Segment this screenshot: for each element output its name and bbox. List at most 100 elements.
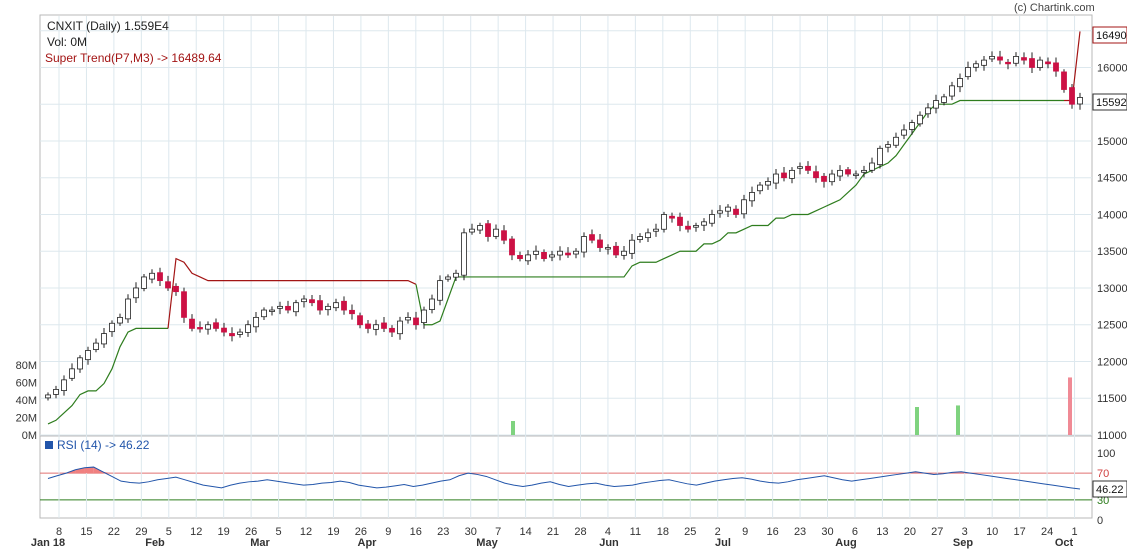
date-tick-label: 28 [574,526,586,538]
candle-body [597,239,603,248]
copyright-text: (c) Chartink.com [1014,2,1095,14]
volume-tick-label: 20M [16,413,37,425]
rsi-panel [39,435,1093,519]
candle-body [93,342,99,350]
last-price-badge: 15592 [1096,97,1127,109]
candle-body [709,214,715,224]
candle-body [909,122,915,130]
candle-body [525,254,531,262]
candle-body [517,255,523,259]
candle-body [437,280,443,301]
candle-body [949,85,955,97]
candle-body [101,333,107,345]
candle-body [325,305,331,311]
candle-body [925,107,931,115]
rsi-tick-label: 70 [1097,468,1109,480]
candle-body [837,169,843,177]
candle-body [845,169,851,175]
candle-body [405,316,411,321]
price-tick-label: 14000 [1097,209,1127,221]
candle-body [133,287,139,299]
date-tick-label: 23 [437,526,449,538]
date-tick-label: 25 [684,526,696,538]
candle-body [861,169,867,173]
candle-body [653,228,659,232]
month-label: Aug [835,537,856,549]
candle-body [301,298,307,303]
candle-body [461,232,467,276]
date-tick-label: 30 [465,526,477,538]
date-tick-label: 19 [327,526,339,538]
month-label: Feb [145,537,165,549]
chart-title: CNXIT (Daily) 1.559E4 [47,19,169,33]
candle-body [245,324,251,333]
candle-body [789,169,795,179]
candle-body [813,171,819,179]
candle-body [357,315,363,326]
rsi-tick-label: 100 [1097,448,1115,460]
date-tick-label: 22 [108,526,120,538]
candle-body [373,324,379,330]
volume-bar [956,405,960,435]
candle-body [1021,57,1027,61]
price-tick-label: 13000 [1097,283,1127,295]
candle-body [205,324,211,330]
candle-body [261,309,267,318]
candle-body [549,254,555,258]
date-tick-label: 17 [1014,526,1026,538]
price-tick-label: 11000 [1097,430,1127,442]
candle-body [701,221,707,226]
month-label: Oct [1055,537,1074,549]
candle-body [1005,61,1011,65]
candle-body [317,300,323,311]
date-tick-label: 20 [904,526,916,538]
rsi-tick-label: 0 [1097,515,1103,527]
candle-body [477,225,483,231]
price-tick-label: 16000 [1097,62,1127,74]
candle-body [165,281,171,289]
volume-tick-label: 60M [16,378,37,390]
rsi-label: RSI (14) -> 46.22 [57,438,150,452]
month-label: Jun [599,537,619,549]
candle-body [381,322,387,329]
date-tick-label: 16 [410,526,422,538]
candle-body [501,230,507,241]
date-tick-label: 12 [300,526,312,538]
candle-body [741,199,747,215]
candle-body [797,166,803,169]
candle-body [173,285,179,293]
candle-body [933,100,939,109]
candle-body [1077,97,1083,105]
candle-body [941,96,947,103]
candle-body [45,394,51,399]
candle-body [853,173,859,176]
stock-chart[interactable]: 1650016000155001500014500140001350013000… [0,0,1127,551]
candle-body [749,192,755,202]
candle-body [493,228,499,237]
date-tick-label: 21 [547,526,559,538]
date-tick-label: 16 [766,526,778,538]
candle-body [733,208,739,215]
candle-body [125,298,131,320]
date-tick-label: 9 [385,526,391,538]
candle-body [429,298,435,310]
date-tick-label: 27 [931,526,943,538]
candle-body [397,320,403,335]
candle-body [541,252,547,259]
candle-body [77,357,83,370]
candle-body [1061,71,1067,90]
date-tick-label: 5 [166,526,172,538]
candle-body [1045,61,1051,65]
candle-body [613,245,619,256]
month-label: Apr [358,537,378,549]
candle-body [533,250,539,255]
volume-tick-label: 80M [16,360,37,372]
candle-body [997,56,1003,61]
candle-body [989,56,995,60]
candle-body [421,309,427,324]
volume-label: Vol: 0M [47,35,87,49]
candle-body [821,175,827,182]
candle-body [637,236,643,241]
date-tick-label: 9 [742,526,748,538]
candle-body [109,322,115,333]
